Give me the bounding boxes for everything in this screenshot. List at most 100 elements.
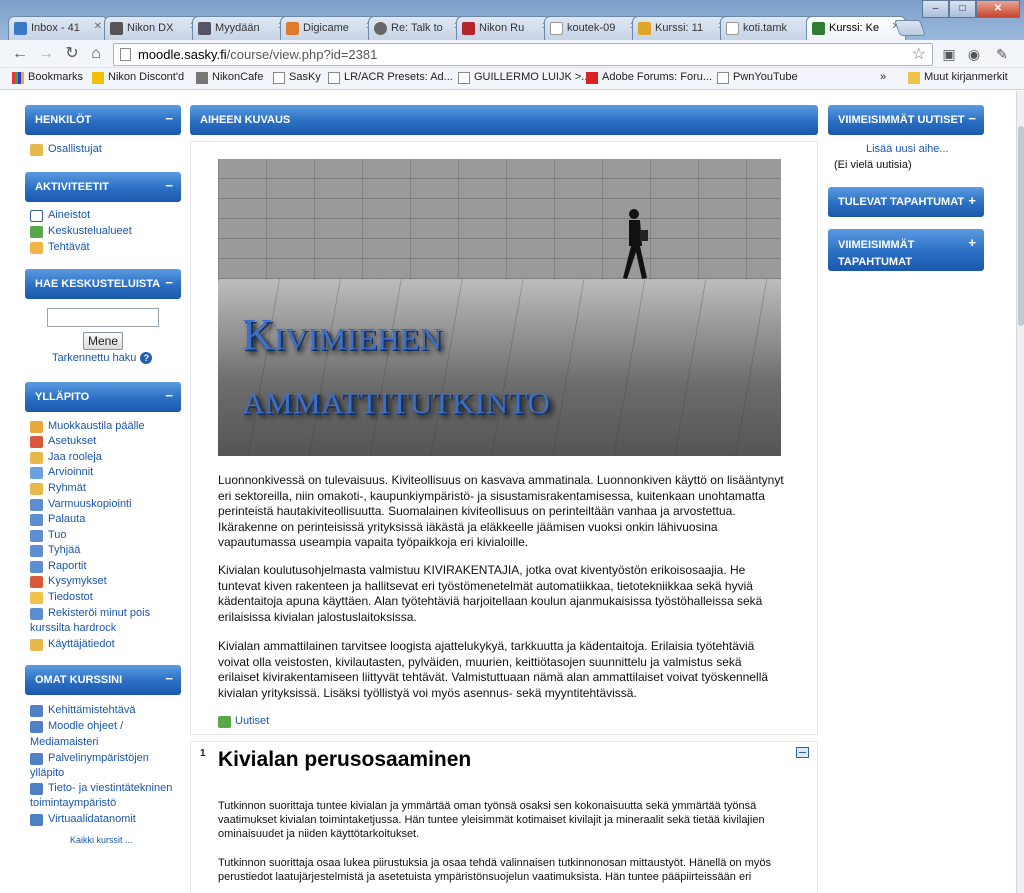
groups-icon bbox=[30, 483, 43, 495]
henkilot-block-header: HENKILÖT − bbox=[25, 105, 181, 135]
browser-tab[interactable]: Nikon DX✕ bbox=[104, 16, 204, 40]
browser-tab[interactable]: koutek-09✕ bbox=[544, 16, 644, 40]
course-link-cont[interactable]: ylläpito bbox=[30, 767, 64, 779]
close-icon[interactable]: ✕ bbox=[94, 21, 102, 32]
sidebar-item-grades[interactable]: Arvioinnit bbox=[30, 466, 93, 479]
extension-icon[interactable]: ▣ bbox=[940, 46, 958, 62]
sidebar-item-reset[interactable]: Tyhjää bbox=[30, 544, 80, 557]
browser-tab[interactable]: Inbox - 41 ✕ bbox=[8, 16, 108, 40]
sidebar-item-unenrol[interactable]: Rekisteröi minut pois bbox=[30, 607, 150, 620]
bookmark-item[interactable]: Adobe Forums: Foru... bbox=[586, 71, 712, 84]
stone-pavement bbox=[218, 279, 781, 456]
bookmark-item[interactable]: SasKy bbox=[273, 71, 321, 84]
bookmark-item[interactable]: LR/ACR Presets: Ad... bbox=[328, 71, 453, 84]
stone-wall bbox=[218, 159, 781, 279]
search-button[interactable]: Mene bbox=[83, 332, 123, 350]
bookmark-item[interactable]: GUILLERMO LUIJK >... bbox=[458, 71, 590, 84]
sidebar-item-settings[interactable]: Asetukset bbox=[30, 435, 96, 448]
browser-tab-active[interactable]: Kurssi: Ke✕ bbox=[806, 16, 906, 40]
bookmark-item[interactable]: NikonCafe bbox=[196, 71, 263, 84]
address-bar[interactable]: moodle.sasky.fi/course/view.php?id=2381 … bbox=[113, 43, 933, 66]
course-link[interactable]: Tieto- ja viestintätekninen bbox=[30, 782, 172, 795]
advanced-search-link[interactable]: Tarkennettu haku? bbox=[52, 352, 153, 364]
sidebar-item-backup[interactable]: Varmuuskopiointi bbox=[30, 498, 132, 511]
recent-activity-header: VIIMEISIMMÄT TAPAHTUMAT + bbox=[828, 229, 984, 271]
sidebar-item-profile[interactable]: Käyttäjätiedot bbox=[30, 638, 115, 651]
sidebar-item-roles[interactable]: Jaa rooleja bbox=[30, 451, 102, 464]
minimize-button[interactable]: ‒ bbox=[922, 0, 949, 18]
course-link[interactable]: Virtuaalidatanomit bbox=[30, 813, 136, 826]
profile-icon bbox=[30, 639, 43, 651]
expand-icon[interactable]: + bbox=[968, 194, 976, 207]
sidebar-item-edit-mode[interactable]: Muokkaustila päälle bbox=[30, 420, 145, 433]
browser-tab[interactable]: Re: Talk to✕ bbox=[368, 16, 468, 40]
home-icon[interactable]: ⌂ bbox=[86, 44, 106, 64]
sidebar-item-keskustelualueet[interactable]: Keskustelualueet bbox=[30, 225, 132, 238]
course-link[interactable]: Kehittämistehtävä bbox=[30, 704, 135, 717]
add-news-link[interactable]: Lisää uusi aihe... bbox=[866, 143, 949, 155]
forum-search-input[interactable] bbox=[47, 308, 159, 327]
sidebar-item-reports[interactable]: Raportit bbox=[30, 560, 87, 573]
collapse-icon[interactable]: − bbox=[165, 179, 173, 192]
help-icon[interactable]: ? bbox=[140, 352, 153, 364]
bookmark-item[interactable]: Nikon Discont'd bbox=[92, 71, 184, 84]
expand-icon[interactable]: + bbox=[968, 236, 976, 249]
bookmarks-overflow-button[interactable]: » bbox=[880, 71, 886, 83]
news-forum-link[interactable]: Uutiset bbox=[218, 715, 269, 728]
course-link[interactable]: Moodle ohjeet / bbox=[30, 720, 123, 733]
collapse-icon[interactable]: − bbox=[165, 389, 173, 402]
forward-icon[interactable]: → bbox=[36, 44, 56, 64]
collapse-icon[interactable]: − bbox=[968, 112, 976, 125]
scrollbar-thumb[interactable] bbox=[1018, 126, 1024, 326]
nikon-icon bbox=[92, 72, 104, 84]
sidebar-item-restore[interactable]: Palauta bbox=[30, 513, 85, 526]
bookmark-item[interactable]: PwnYouTube bbox=[717, 71, 798, 84]
course-link-cont[interactable]: toimintaympäristö bbox=[30, 797, 116, 809]
collapse-icon[interactable]: − bbox=[165, 672, 173, 685]
sidebar-item-files[interactable]: Tiedostot bbox=[30, 591, 93, 604]
close-window-button[interactable]: ✕ bbox=[976, 0, 1020, 18]
aktiviteetit-block-header: AKTIVITEETIT − bbox=[25, 172, 181, 202]
sidebar-item-tehtavat[interactable]: Tehtävät bbox=[30, 241, 90, 254]
section-paragraph: Tutkinnon suorittaja osaa lukea piirustu… bbox=[218, 857, 771, 883]
browser-tab[interactable]: Kurssi: 11✕ bbox=[632, 16, 732, 40]
other-bookmarks-folder[interactable]: Muut kirjanmerkit bbox=[908, 71, 1008, 84]
section-paragraph: Tutkinnon suorittaja tuntee kivialan ja … bbox=[218, 800, 765, 840]
eye-icon[interactable]: ◉ bbox=[965, 46, 983, 62]
browser-tab[interactable]: Myydään✕ bbox=[192, 16, 292, 40]
page-icon bbox=[726, 22, 739, 35]
maximize-button[interactable]: □ bbox=[949, 0, 976, 18]
sidebar-item-aineistot[interactable]: Aineistot bbox=[30, 209, 90, 222]
reset-icon bbox=[30, 545, 43, 557]
collapse-icon[interactable]: − bbox=[165, 112, 173, 125]
browser-tab[interactable]: Nikon Ru✕ bbox=[456, 16, 556, 40]
course-link[interactable]: Palvelinympäristöjen bbox=[30, 752, 149, 765]
site-icon bbox=[462, 22, 475, 35]
no-news-text: (Ei vielä uutisia) bbox=[834, 159, 912, 171]
course-icon bbox=[30, 783, 43, 795]
sidebar-item-unenrol-cont[interactable]: kurssilta hardrock bbox=[30, 622, 116, 634]
sidebar-item-questions[interactable]: Kysymykset bbox=[30, 575, 107, 588]
collapse-icon[interactable]: − bbox=[165, 276, 173, 289]
bookmark-star-icon[interactable]: ☆ bbox=[912, 44, 926, 65]
sidebar-item-import[interactable]: Tuo bbox=[30, 529, 67, 542]
reload-icon[interactable]: ↻ bbox=[62, 44, 82, 64]
window-controls: ‒ □ ✕ bbox=[922, 0, 1020, 18]
collapse-section-icon[interactable] bbox=[796, 747, 809, 758]
new-tab-button[interactable] bbox=[894, 20, 926, 36]
moodle-icon bbox=[638, 22, 651, 35]
bookmark-item[interactable]: Bookmarks bbox=[12, 71, 83, 84]
course-link-cont[interactable]: Mediamaisteri bbox=[30, 736, 98, 748]
sidebar-item-osallistujat[interactable]: Osallistujat bbox=[30, 143, 102, 156]
browser-tab[interactable]: Digicame✕ bbox=[280, 16, 380, 40]
browser-tab[interactable]: koti.tamk✕ bbox=[720, 16, 820, 40]
page-icon bbox=[328, 72, 340, 84]
all-courses-link[interactable]: Kaikki kurssit ... bbox=[70, 835, 133, 845]
moodle-icon bbox=[812, 22, 825, 35]
back-icon[interactable]: ← bbox=[10, 44, 30, 64]
wrench-icon[interactable]: ✎ bbox=[993, 46, 1011, 62]
description-paragraph: Kivialan koulutusohjelmasta valmistuu KI… bbox=[218, 563, 763, 624]
page-scrollbar[interactable] bbox=[1016, 91, 1024, 893]
sidebar-item-groups[interactable]: Ryhmät bbox=[30, 482, 86, 495]
unenrol-icon bbox=[30, 608, 43, 620]
